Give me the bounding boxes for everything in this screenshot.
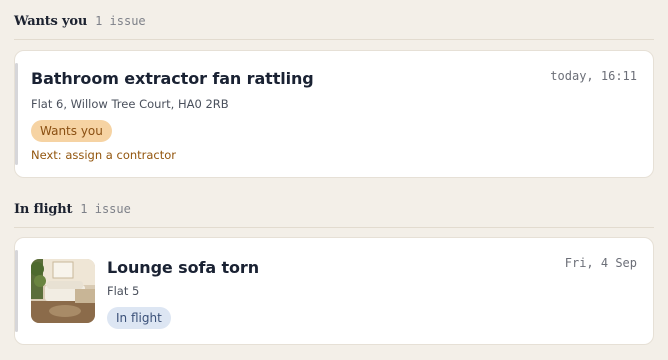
status-badge: Wants you	[31, 120, 112, 142]
card-accent-bar	[15, 250, 18, 332]
lounge-photo-image	[31, 259, 95, 323]
card-accent-bar	[15, 63, 18, 165]
section-title: Wants you	[14, 14, 88, 29]
issue-title: Bathroom extractor fan rattling	[31, 69, 314, 88]
issue-card-bathroom-fan[interactable]: Bathroom extractor fan rattling today, 1…	[14, 50, 654, 178]
status-badge: In flight	[107, 307, 171, 329]
issue-timestamp: today, 16:11	[550, 69, 637, 83]
section-header-wants-you: Wants you 1 issue	[14, 14, 654, 40]
section-count: 1 issue	[80, 202, 131, 216]
section-header-in-flight: In flight 1 issue	[14, 202, 654, 228]
next-step-hint: Next: assign a contractor	[31, 148, 177, 162]
issues-page: Wants you 1 issue Bathroom extractor fan…	[0, 0, 668, 360]
issue-address: Flat 6, Willow Tree Court, HA0 2RB	[31, 97, 229, 111]
section-title: In flight	[14, 202, 73, 217]
issue-card-lounge-sofa[interactable]: Lounge sofa torn Fri, 4 Sep Flat 5 In fl…	[14, 237, 654, 345]
section-count: 1 issue	[95, 14, 146, 28]
issue-address: Flat 5	[107, 284, 140, 298]
issue-title: Lounge sofa torn	[107, 258, 260, 277]
issue-thumbnail[interactable]	[31, 259, 95, 323]
issue-timestamp: Fri, 4 Sep	[564, 256, 637, 270]
